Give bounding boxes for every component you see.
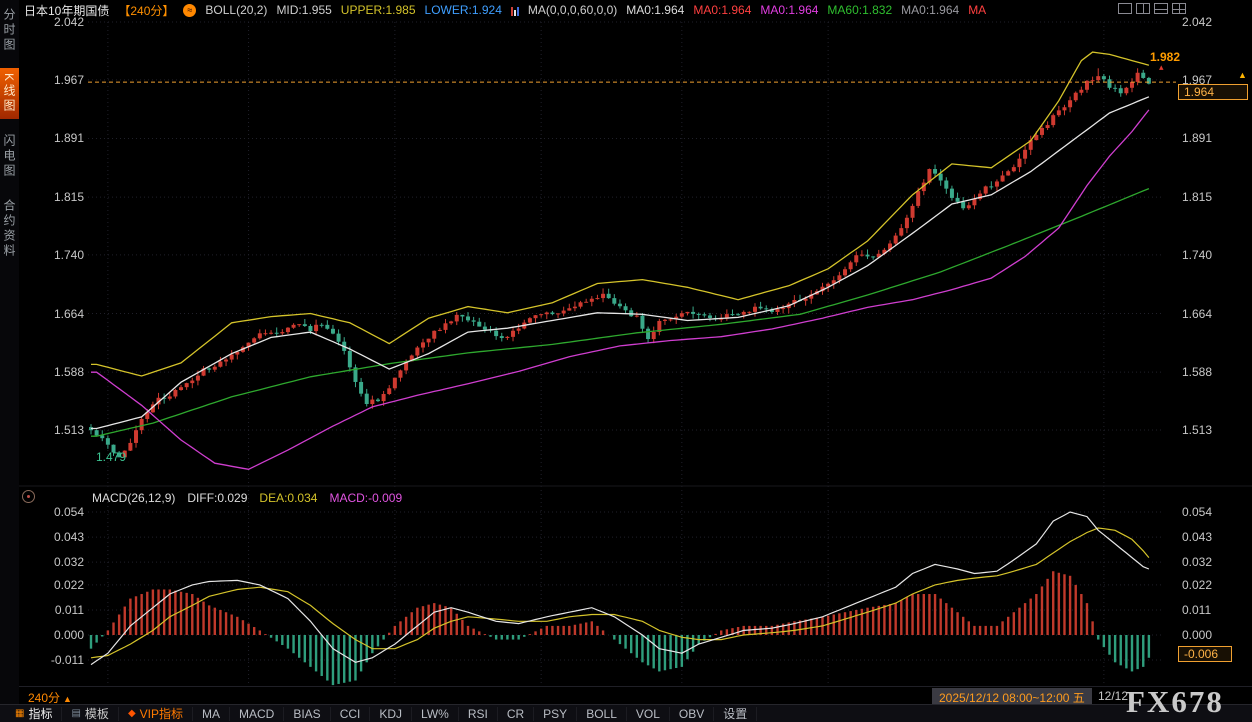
toolbar-indicator-PSY[interactable]: PSY <box>534 707 577 721</box>
price-axis-right-label: 1.588 <box>1182 365 1212 379</box>
period-high-label: 1.982 <box>1150 50 1180 64</box>
macd-dea-value: DEA:0.034 <box>259 491 317 505</box>
price-axis-right-label: 1.815 <box>1182 190 1212 204</box>
indicators-icon: ▦ <box>15 707 24 721</box>
period-up-arrow-icon: ▲ <box>63 694 72 704</box>
bottom-toolbar: ▦ 指标 ▤ 模板 ◆ VIP指标 MAMACDBIASCCIKDJLW%RSICRPSYB… <box>0 704 1252 722</box>
ma-legend-value: MA <box>968 3 986 17</box>
ma-legend-value: MA0:1.964 <box>760 3 818 17</box>
sidebar-tab-flash-chart[interactable]: 闪电图 <box>0 129 19 184</box>
price-axis-left-label: 1.513 <box>38 423 84 437</box>
macd-hist-value: MACD:-0.009 <box>329 491 402 505</box>
trading-app-window: 日本10年期国债 【240分】 ≈ BOLL(20,2) MID:1.955 U… <box>0 0 1252 722</box>
boll-params-label: BOLL(20,2) <box>205 3 267 17</box>
layout-single-icon[interactable] <box>1118 3 1132 14</box>
ma-legend-values: MA0:1.964 MA0:1.964 MA0:1.964 MA60:1.832 MA0… <box>626 3 986 17</box>
price-axis-right-label: 1.664 <box>1182 307 1212 321</box>
toolbar-vip-indicators[interactable]: ◆ VIP指标 <box>119 707 193 721</box>
price-axis-left-label: 1.588 <box>38 365 84 379</box>
timeframe-label[interactable]: 【240分】 <box>118 2 174 19</box>
ma-group-label: MA(0,0,0,60,0,0) <box>528 3 617 17</box>
window-layout-icons <box>1118 3 1186 14</box>
alert-wave-icon[interactable]: ≈ <box>183 4 196 17</box>
layout-horizontal-split-icon[interactable] <box>1154 3 1168 14</box>
toolbar-indicator-BIAS[interactable]: BIAS <box>284 707 330 721</box>
time-axis: 240分▲ 2025/12/12 08:00~12:00 五 12/12 <box>0 686 1252 704</box>
templates-icon: ▤ <box>71 707 80 721</box>
chart-header: 日本10年期国债 【240分】 ≈ BOLL(20,2) MID:1.955 U… <box>24 2 986 18</box>
price-up-arrow-icon: ▲ <box>1238 70 1247 80</box>
price-axis-left-label: 1.891 <box>38 131 84 145</box>
left-sidebar: 分时图 K线图闪电图合约资料 <box>0 0 19 722</box>
toolbar-indicator-RSI[interactable]: RSI <box>459 707 498 721</box>
sidebar-tab-kline-chart[interactable]: K线图 <box>0 68 19 119</box>
macd-axis-right-label: 0.000 <box>1182 628 1212 642</box>
boll-mid-value: MID:1.955 <box>276 3 331 17</box>
indicator-settings-icon[interactable] <box>511 5 519 16</box>
toolbar-indicators-label: 指标 <box>28 707 52 721</box>
price-axis-left-label: 1.664 <box>38 307 84 321</box>
macd-panel-cycle-icon[interactable] <box>22 490 35 503</box>
toolbar-indicator-MA[interactable]: MA <box>193 707 230 721</box>
ma-legend-value: MA60:1.832 <box>827 3 892 17</box>
macd-axis-left-label: 0.022 <box>38 578 84 592</box>
vip-indicators-icon: ◆ <box>128 707 136 721</box>
boll-upper-value: UPPER:1.985 <box>341 3 416 17</box>
price-axis-right-label: 1.891 <box>1182 131 1212 145</box>
price-axis-right-label: 1.513 <box>1182 423 1212 437</box>
toolbar-indicator-BOLL[interactable]: BOLL <box>577 707 627 721</box>
price-axis-right-label: 1.967 <box>1182 73 1212 87</box>
candlestick-chart[interactable] <box>0 0 1252 722</box>
macd-axis-left-label: 0.011 <box>38 603 84 617</box>
boll-lower-value: LOWER:1.924 <box>425 3 502 17</box>
macd-axis-right-label: 0.054 <box>1182 505 1212 519</box>
toolbar-indicators[interactable]: ▦ 指标 <box>6 707 62 721</box>
layout-vertical-split-icon[interactable] <box>1136 3 1150 14</box>
macd-axis-right-label: 0.022 <box>1182 578 1212 592</box>
toolbar-templates[interactable]: ▤ 模板 <box>62 707 118 721</box>
macd-legend: MACD(26,12,9) DIFF:0.029 DEA:0.034 MACD:… <box>92 491 402 505</box>
price-axis-right-label: 1.740 <box>1182 248 1212 262</box>
instrument-title: 日本10年期国债 <box>24 2 109 19</box>
macd-axis-right-label: 0.032 <box>1182 555 1212 569</box>
macd-axis-right-label: 0.011 <box>1182 603 1211 617</box>
ma-legend-value: MA0:1.964 <box>626 3 684 17</box>
macd-axis-left-label: 0.032 <box>38 555 84 569</box>
high-marker-icon: ▴ <box>1159 62 1164 73</box>
toolbar-indicator-CCI[interactable]: CCI <box>331 707 371 721</box>
macd-axis-left-label: 0.043 <box>38 530 84 544</box>
toolbar-settings[interactable]: 设置 <box>714 707 757 721</box>
period-label-text: 240分 <box>28 691 60 705</box>
sidebar-tab-contract-info[interactable]: 合约资料 <box>0 194 19 264</box>
ma-legend-value: MA0:1.964 <box>693 3 751 17</box>
toolbar-indicator-MACD[interactable]: MACD <box>230 707 284 721</box>
last-date-label: 12/12 <box>1098 689 1128 703</box>
toolbar-vip-indicators-label: VIP指标 <box>140 707 183 721</box>
macd-axis-left-label: 0.054 <box>38 505 84 519</box>
macd-axis-left-label: 0.000 <box>38 628 84 642</box>
toolbar-indicator-KDJ[interactable]: KDJ <box>370 707 412 721</box>
price-axis-left-label: 1.740 <box>38 248 84 262</box>
toolbar-indicator-OBV[interactable]: OBV <box>670 707 714 721</box>
current-macd-tag: -0.006 <box>1178 646 1232 662</box>
toolbar-indicator-CR[interactable]: CR <box>498 707 534 721</box>
price-axis-left-label: 1.967 <box>38 73 84 87</box>
layout-quad-icon[interactable] <box>1172 3 1186 14</box>
macd-diff-value: DIFF:0.029 <box>187 491 247 505</box>
toolbar-indicator-LW%[interactable]: LW% <box>412 707 459 721</box>
toolbar-templates-label: 模板 <box>85 707 109 721</box>
sidebar-tab-time-chart[interactable]: 分时图 <box>0 3 19 58</box>
ma-legend-value: MA0:1.964 <box>901 3 959 17</box>
price-axis-left-label: 1.815 <box>38 190 84 204</box>
macd-axis-right-label: 0.043 <box>1182 530 1212 544</box>
price-axis-right-label: 2.042 <box>1182 15 1212 29</box>
period-low-label: 1.479 <box>96 450 126 464</box>
macd-params-label: MACD(26,12,9) <box>92 491 175 505</box>
toolbar-indicator-VOL[interactable]: VOL <box>627 707 670 721</box>
macd-axis-left-label: -0.011 <box>38 653 84 667</box>
